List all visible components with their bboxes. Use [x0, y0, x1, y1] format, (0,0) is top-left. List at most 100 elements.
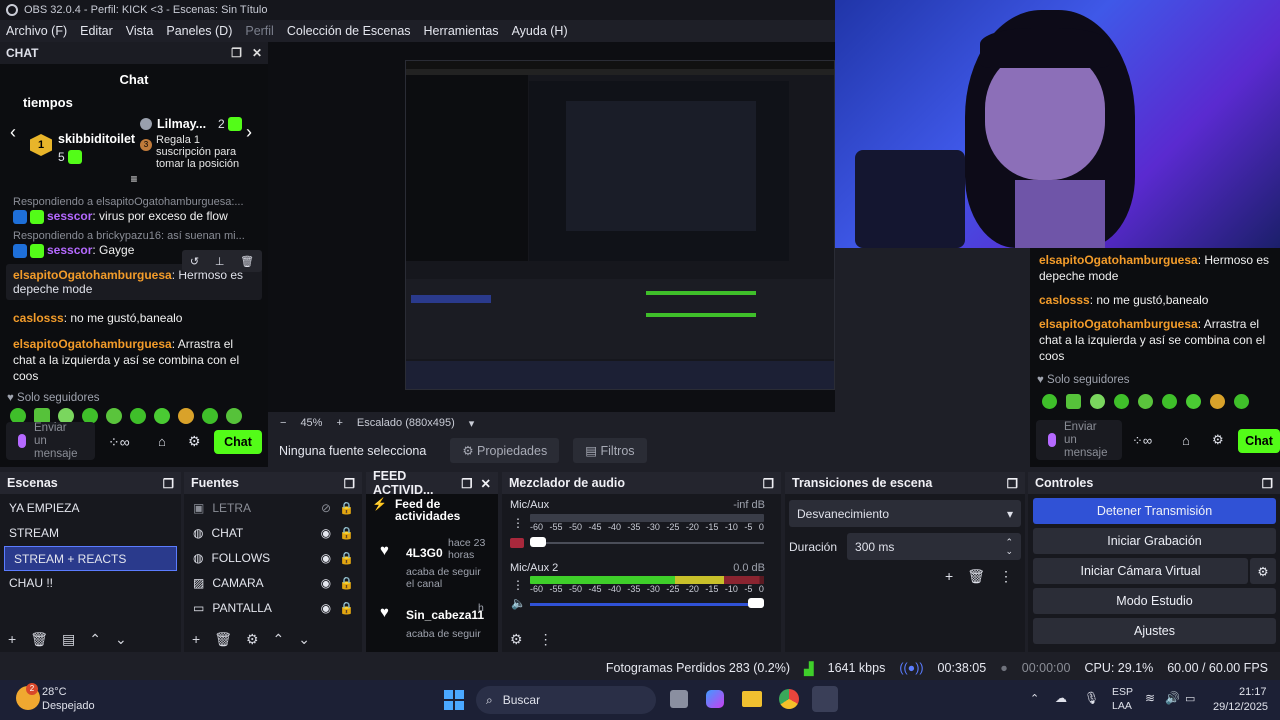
more-icon[interactable]: ⋮ — [512, 578, 524, 592]
taskbar-search[interactable]: ⌕ Buscar — [476, 686, 656, 714]
eye-icon[interactable]: ◉ — [321, 571, 331, 596]
move-up-icon[interactable]: ⌃ — [89, 631, 101, 648]
more-icon[interactable]: ⋮ — [539, 631, 553, 648]
emote-icon[interactable] — [1090, 394, 1105, 409]
source-item[interactable]: ◍ CHAT ◉ 🔒 — [184, 521, 362, 546]
reply-icon[interactable]: ↺ — [190, 255, 199, 268]
move-up-icon[interactable]: ⌃ — [273, 631, 285, 648]
mic-tray-icon[interactable]: 🎙 — [1084, 691, 1099, 705]
kick-icon[interactable]: ⁘∞ — [108, 434, 130, 451]
gear-icon[interactable]: ⚙ — [246, 631, 259, 648]
chat-nick[interactable]: elsapitoOgatohamburguesa — [13, 268, 172, 282]
filter-icon[interactable]: ▤ — [62, 631, 75, 648]
transition-select[interactable]: Desvanecimiento ▾ — [789, 500, 1021, 527]
emote-icon[interactable] — [202, 408, 218, 424]
chat-nick[interactable]: sesscor — [47, 209, 92, 223]
clock-time[interactable]: 21:17 — [1239, 686, 1267, 698]
store-icon[interactable]: ⌂ — [158, 434, 166, 449]
settings-button[interactable]: Ajustes — [1033, 618, 1276, 644]
scene-item-selected[interactable]: STREAM + REACTS — [4, 546, 177, 571]
undock-icon[interactable]: ❐ — [231, 46, 242, 60]
settings-icon[interactable]: ⚙ — [188, 433, 201, 450]
lock-icon[interactable]: 🔒 — [339, 571, 354, 596]
mute-icon[interactable] — [510, 538, 524, 548]
delete-icon[interactable]: 🗑 — [214, 631, 232, 648]
task-view-icon[interactable] — [670, 690, 688, 708]
properties-button[interactable]: ⚙ Propiedades — [450, 438, 560, 463]
eye-hidden-icon[interactable]: ⊘ — [321, 496, 331, 521]
eye-icon[interactable]: ◉ — [321, 596, 331, 621]
scene-item[interactable]: CHAU !! — [0, 571, 181, 596]
undock-icon[interactable]: ❐ — [1007, 476, 1018, 491]
add-icon[interactable]: + — [192, 631, 200, 647]
emote-icon[interactable] — [130, 408, 146, 424]
store-icon[interactable]: ⌂ — [1182, 433, 1190, 448]
emote-icon[interactable] — [1186, 394, 1201, 409]
emote-icon[interactable] — [226, 408, 242, 424]
menu-coleccion[interactable]: Colección de Escenas — [287, 24, 411, 38]
emote-icon[interactable] — [178, 408, 194, 424]
gear-icon[interactable]: ⚙ — [510, 631, 523, 648]
menu-archivo[interactable]: Archivo (F) — [6, 24, 67, 38]
move-down-icon[interactable]: ⌄ — [115, 631, 127, 648]
scene-item[interactable]: STREAM — [0, 521, 181, 546]
virtual-camera-settings-icon[interactable]: ⚙ — [1250, 558, 1276, 584]
emote-icon[interactable] — [1114, 394, 1129, 409]
volume-fader[interactable] — [530, 603, 764, 606]
scene-item[interactable]: YA EMPIEZA — [0, 496, 181, 521]
scale-label[interactable]: Escalado (880x495) — [357, 417, 455, 429]
chevron-up-icon[interactable]: ⌃ — [1030, 692, 1039, 705]
emote-icon[interactable] — [1042, 394, 1057, 409]
add-icon[interactable]: + — [8, 631, 16, 647]
menu-herramientas[interactable]: Herramientas — [424, 24, 499, 38]
source-item[interactable]: ◍ FOLLOWS ◉ 🔒 — [184, 546, 362, 571]
chat-send-button[interactable]: Chat — [214, 430, 262, 454]
volume-fader-handle[interactable] — [530, 537, 546, 547]
chrome-icon[interactable] — [779, 689, 799, 709]
pin-icon[interactable]: ⊥ — [215, 255, 225, 268]
chevron-down-icon[interactable]: ▾ — [469, 417, 475, 430]
eye-icon[interactable]: ◉ — [321, 546, 331, 571]
chat-nick[interactable]: caslosss — [13, 311, 64, 325]
menu-editar[interactable]: Editar — [80, 24, 113, 38]
emote-icon[interactable] — [154, 408, 170, 424]
delete-icon[interactable]: 🗑 — [30, 631, 48, 648]
lock-icon[interactable]: 🔒 — [339, 521, 354, 546]
emote-icon[interactable] — [1138, 394, 1153, 409]
language-code[interactable]: ESP — [1112, 686, 1133, 698]
wifi-icon[interactable]: ≋ — [1145, 691, 1155, 705]
virtual-camera-button[interactable]: Iniciar Cámara Virtual — [1033, 558, 1248, 584]
obs-taskbar-icon[interactable] — [812, 686, 838, 712]
chevron-right-icon[interactable]: › — [246, 122, 252, 143]
emote-icon[interactable] — [1066, 394, 1081, 409]
menu-ayuda[interactable]: Ayuda (H) — [512, 24, 568, 38]
volume-fader[interactable] — [530, 542, 764, 544]
more-icon[interactable]: ⋮ — [512, 516, 524, 530]
start-recording-button[interactable]: Iniciar Grabación — [1033, 528, 1276, 554]
chat-nick[interactable]: elsapitoOgatohamburguesa — [13, 337, 172, 351]
filters-button[interactable]: ▤ Filtros — [573, 438, 647, 463]
studio-mode-button[interactable]: Modo Estudio — [1033, 588, 1276, 614]
message-input[interactable]: Enviar un mensaje — [6, 422, 95, 460]
volume-fader-handle[interactable] — [748, 598, 764, 608]
source-item[interactable]: ▨ CAMARA ◉ 🔒 — [184, 571, 362, 596]
file-explorer-icon[interactable] — [742, 691, 762, 707]
battery-icon[interactable]: ▭ — [1185, 692, 1195, 705]
start-icon[interactable] — [444, 690, 464, 710]
lock-icon[interactable]: 🔒 — [339, 596, 354, 621]
lock-icon[interactable]: 🔒 — [339, 546, 354, 571]
emote-icon[interactable] — [1234, 394, 1249, 409]
undock-icon[interactable]: ❐ — [1262, 476, 1273, 491]
chevron-left-icon[interactable]: ‹ — [10, 122, 16, 143]
zoom-in-icon[interactable]: + — [336, 417, 342, 429]
menu-perfil[interactable]: Perfil — [245, 24, 273, 38]
close-icon[interactable]: ✕ — [252, 46, 262, 60]
emote-icon[interactable] — [1162, 394, 1177, 409]
delete-icon[interactable]: 🗑 — [240, 255, 254, 268]
settings-icon[interactable]: ⚙ — [1212, 432, 1224, 448]
stop-stream-button[interactable]: Detener Transmisión — [1033, 498, 1276, 524]
eye-icon[interactable]: ◉ — [321, 521, 331, 546]
lock-icon[interactable]: 🔒 — [339, 496, 354, 521]
undock-icon[interactable]: ❐ — [763, 476, 774, 491]
emote-icon[interactable] — [106, 408, 122, 424]
